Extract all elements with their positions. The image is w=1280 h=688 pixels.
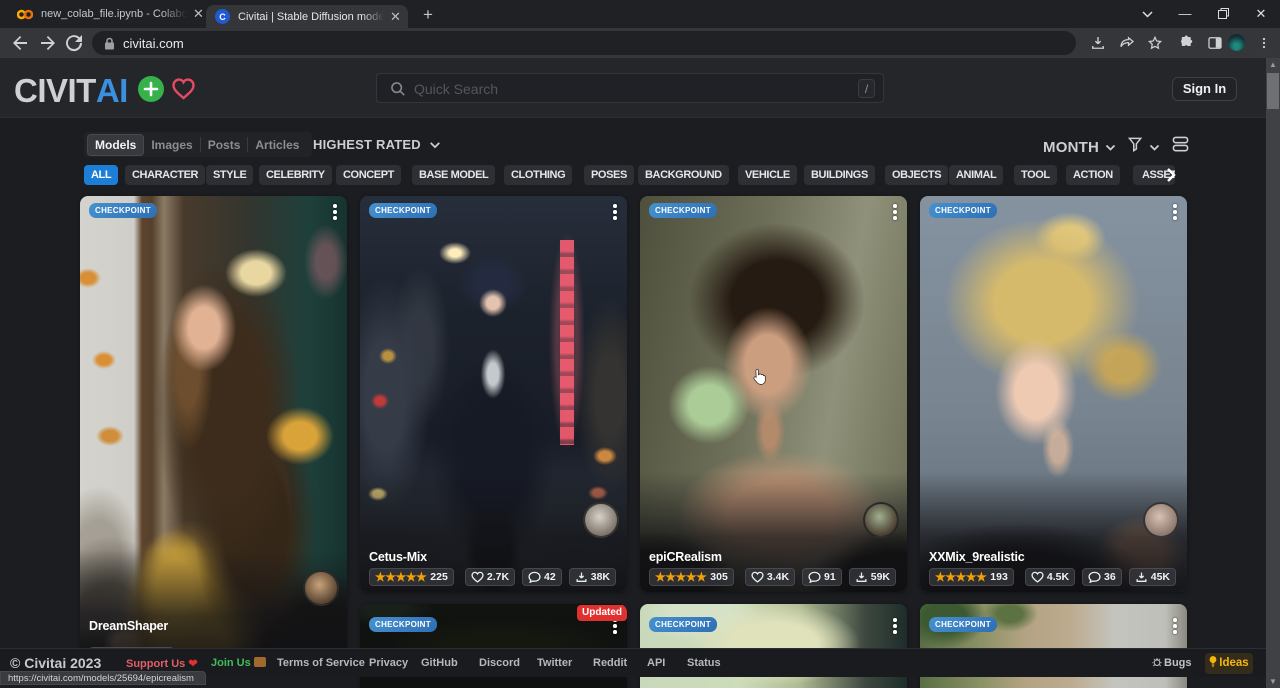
svg-text:C: C [219, 12, 226, 22]
